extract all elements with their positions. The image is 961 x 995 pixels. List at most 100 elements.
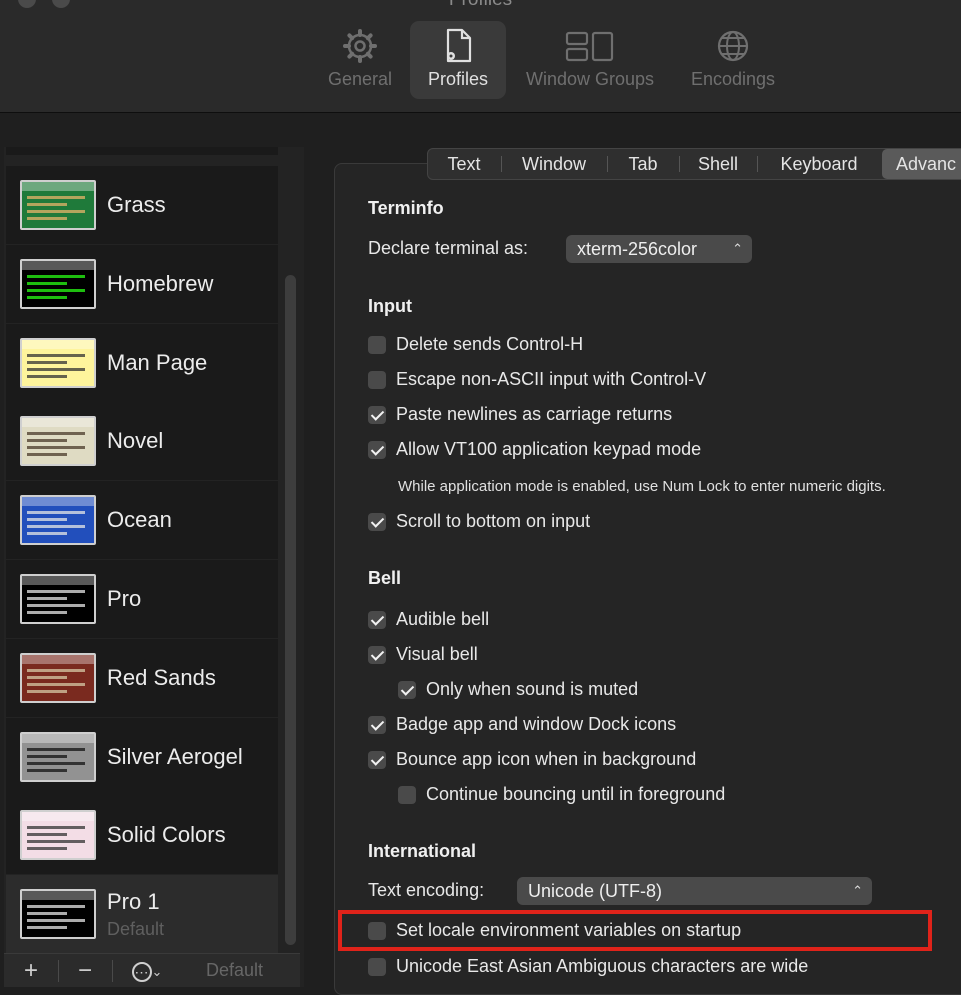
- east-asian-wide-checkbox[interactable]: [368, 958, 386, 976]
- text-encoding-label: Text encoding:: [368, 880, 485, 900]
- profile-thumbnail: [20, 337, 96, 388]
- profile-thumbnail: [20, 416, 96, 467]
- international-heading: International: [368, 841, 477, 861]
- profile-thumbnail: [20, 889, 96, 940]
- tab-shell[interactable]: Shell: [682, 149, 754, 179]
- tab-advanced[interactable]: Advanc: [882, 149, 961, 179]
- profile-name: Homebrew: [107, 270, 214, 296]
- vt100-keypad-checkbox[interactable]: [368, 441, 386, 459]
- settings-panel: [334, 163, 961, 995]
- globe-icon: [717, 30, 749, 62]
- profile-row[interactable]: Man Page: [6, 323, 278, 402]
- bounce-app-icon-checkbox[interactable]: [368, 751, 386, 769]
- paste-newlines-label: Paste newlines as carriage returns: [396, 404, 673, 424]
- delete-sends-ctrl-h-label: Delete sends Control-H: [396, 334, 584, 354]
- scroll-to-bottom-checkbox[interactable]: [368, 513, 386, 531]
- tab-keyboard[interactable]: Keyboard: [760, 149, 878, 179]
- profile-row[interactable]: Red Sands: [6, 638, 278, 717]
- declare-terminal-label: Declare terminal as:: [368, 238, 529, 258]
- only-when-muted-checkbox[interactable]: [398, 681, 416, 699]
- profile-name: Pro: [107, 586, 142, 611]
- east-asian-wide-label: Unicode East Asian Ambiguous characters …: [396, 956, 809, 976]
- tab-text[interactable]: Text: [430, 149, 498, 179]
- delete-sends-ctrl-h-checkbox[interactable]: [368, 336, 386, 354]
- continue-bouncing-label: Continue bouncing until in foreground: [426, 784, 726, 804]
- toolbar-profiles-label: Profiles: [427, 69, 489, 89]
- ellipsis-circle-icon: ⋯: [131, 961, 152, 982]
- toolbar-window-groups-label: Window Groups: [525, 69, 655, 89]
- profile-row-partial[interactable]: [6, 147, 278, 155]
- escape-non-ascii-checkbox[interactable]: [368, 371, 386, 389]
- bell-heading: Bell: [368, 568, 402, 588]
- terminfo-heading: Terminfo: [368, 198, 444, 218]
- profile-row[interactable]: Grass: [6, 166, 278, 244]
- badge-dock-icons-label: Badge app and window Dock icons: [396, 714, 677, 734]
- toolbar-window-groups[interactable]: Window Groups: [514, 21, 666, 99]
- paste-newlines-checkbox[interactable]: [368, 406, 386, 424]
- remove-profile-button[interactable]: −: [64, 954, 106, 987]
- escape-non-ascii-label: Escape non-ASCII input with Control-V: [396, 369, 707, 389]
- profile-name: Grass: [107, 192, 166, 217]
- toolbar-general-label: General: [327, 69, 393, 89]
- sidebar-scrollbar[interactable]: [285, 275, 296, 945]
- chevron-down-icon: ⌄: [151, 964, 163, 980]
- profile-name: Silver Aerogel: [107, 743, 243, 769]
- profile-name: Novel: [107, 428, 164, 454]
- profile-actions-menu[interactable]: ⋯ ⌄: [120, 954, 174, 987]
- toolbar-encodings-label: Encodings: [690, 69, 776, 89]
- input-heading: Input: [368, 296, 412, 316]
- profile-thumbnail: [20, 652, 96, 703]
- continue-bouncing-checkbox[interactable]: [398, 786, 416, 804]
- window-toolbar: Profiles General Profiles W: [0, 0, 961, 113]
- profile-row[interactable]: Pro: [6, 560, 278, 638]
- audible-bell-checkbox[interactable]: [368, 611, 386, 629]
- add-profile-button[interactable]: +: [10, 954, 52, 987]
- audible-bell-label: Audible bell: [396, 609, 490, 629]
- visual-bell-checkbox[interactable]: [368, 646, 386, 664]
- bounce-app-icon-label: Bounce app icon when in background: [396, 749, 697, 769]
- scroll-to-bottom-label: Scroll to bottom on input: [396, 511, 591, 531]
- highlight-annotation: [338, 910, 932, 951]
- window-groups-icon: [565, 31, 614, 62]
- toolbar-encodings[interactable]: Encodings: [680, 21, 786, 99]
- profile-thumbnail: [20, 495, 96, 546]
- updown-chevron-icon: ⌃: [732, 241, 743, 256]
- profile-thumbnail: [20, 731, 96, 782]
- text-encoding-select[interactable]: Unicode (UTF-8) ⌃: [517, 877, 872, 905]
- profile-row[interactable]: Novel: [6, 402, 278, 481]
- profile-thumbnail: [20, 810, 96, 861]
- badge-dock-icons-checkbox[interactable]: [368, 716, 386, 734]
- profile-row[interactable]: Pro 1 Default: [6, 875, 278, 954]
- only-when-muted-label: Only when sound is muted: [426, 679, 639, 699]
- visual-bell-label: Visual bell: [396, 644, 478, 664]
- updown-chevron-icon: ⌃: [852, 883, 863, 898]
- settings-tabs: Text Window Tab Shell Keyboard Advanc: [427, 148, 961, 180]
- profile-default-label: Default: [107, 919, 165, 940]
- profiles-list-toolbar: + − ⋯ ⌄ Default: [4, 953, 300, 987]
- profile-thumbnail: [20, 574, 96, 624]
- profile-name: Solid Colors: [107, 822, 226, 848]
- declare-terminal-select[interactable]: xterm-256color ⌃: [566, 235, 752, 263]
- gear-icon: [343, 29, 377, 63]
- profile-name: Pro 1: [107, 889, 160, 915]
- vt100-keypad-label: Allow VT100 application keypad mode: [396, 439, 702, 459]
- profile-doc-icon: [446, 28, 472, 63]
- profile-thumbnail: [20, 258, 96, 309]
- profile-row[interactable]: Solid Colors: [6, 796, 278, 875]
- profile-thumbnail: [20, 180, 96, 230]
- tab-tab[interactable]: Tab: [610, 149, 676, 179]
- toolbar-profiles[interactable]: Profiles: [410, 21, 506, 99]
- keypad-mode-note: While application mode is enabled, use N…: [398, 478, 886, 495]
- profile-name: Ocean: [107, 507, 172, 533]
- tab-window[interactable]: Window: [504, 149, 604, 179]
- declare-terminal-value: xterm-256color: [577, 239, 698, 259]
- text-encoding-value: Unicode (UTF-8): [528, 881, 663, 901]
- profile-name: Red Sands: [107, 664, 216, 690]
- profile-row[interactable]: Silver Aerogel: [6, 717, 278, 796]
- set-default-button[interactable]: Default: [206, 960, 263, 981]
- toolbar-general[interactable]: General: [318, 21, 402, 99]
- profile-name: Man Page: [107, 349, 208, 375]
- profile-row[interactable]: Homebrew: [6, 244, 278, 323]
- window-title: Profiles: [0, 0, 961, 11]
- profile-row[interactable]: Ocean: [6, 481, 278, 560]
